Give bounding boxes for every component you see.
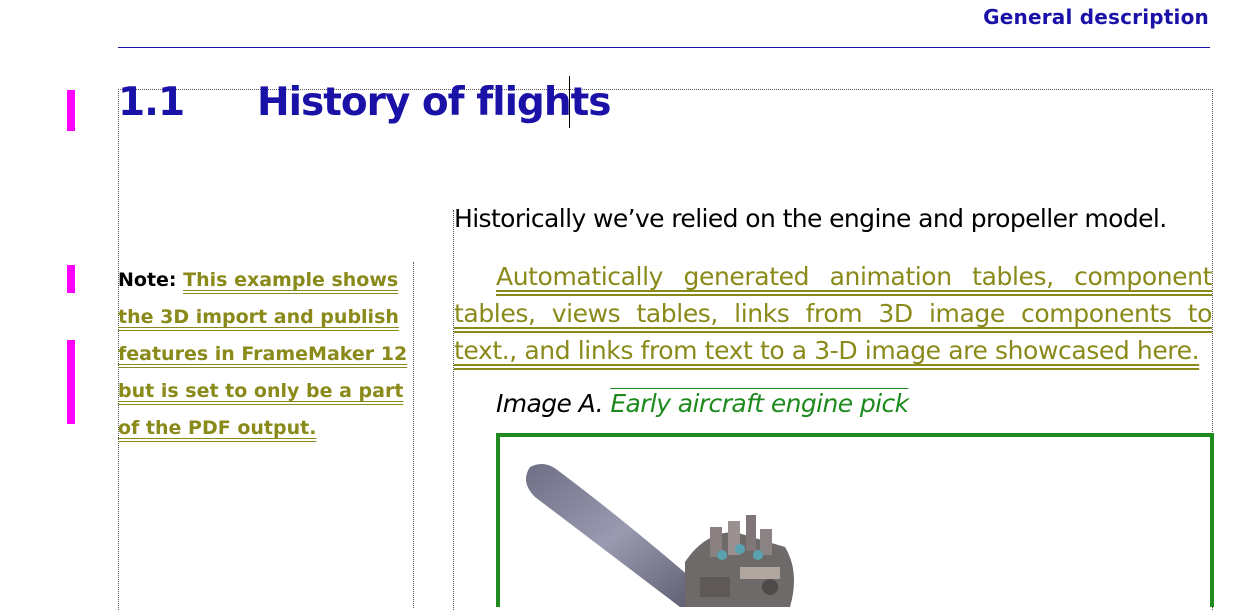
auto-paragraph-text[interactable]: Automatically generated animation tables… xyxy=(454,262,1212,365)
text-cursor xyxy=(569,76,570,128)
note-paragraph[interactable]: Note: This example shows the 3D import a… xyxy=(118,262,414,447)
propeller-blade xyxy=(526,463,705,607)
header-rule xyxy=(118,47,1210,48)
figure-title-link[interactable]: Early aircraft engine pick xyxy=(610,389,909,418)
note-label: Note: xyxy=(118,269,177,291)
intro-paragraph[interactable]: Historically we’ve relied on the engine … xyxy=(454,204,1167,233)
change-bar-note xyxy=(67,265,75,293)
heading-number: 1.1 xyxy=(118,80,185,125)
propeller-engine-image[interactable] xyxy=(500,437,1210,607)
figure-label: Image A. xyxy=(496,389,604,418)
auto-paragraph[interactable]: Automatically generated animation tables… xyxy=(454,258,1212,369)
note-text[interactable]: This example shows the 3D import and pub… xyxy=(118,269,407,439)
engine-block xyxy=(685,515,794,607)
heading-title[interactable]: History of flights xyxy=(257,80,611,125)
change-bar-heading xyxy=(67,90,75,131)
change-bar-note-body xyxy=(67,340,75,424)
figure-caption: Image A. Early aircraft engine pick xyxy=(496,389,909,418)
running-header: General description xyxy=(983,5,1209,29)
figure-image-frame[interactable] xyxy=(496,433,1214,607)
